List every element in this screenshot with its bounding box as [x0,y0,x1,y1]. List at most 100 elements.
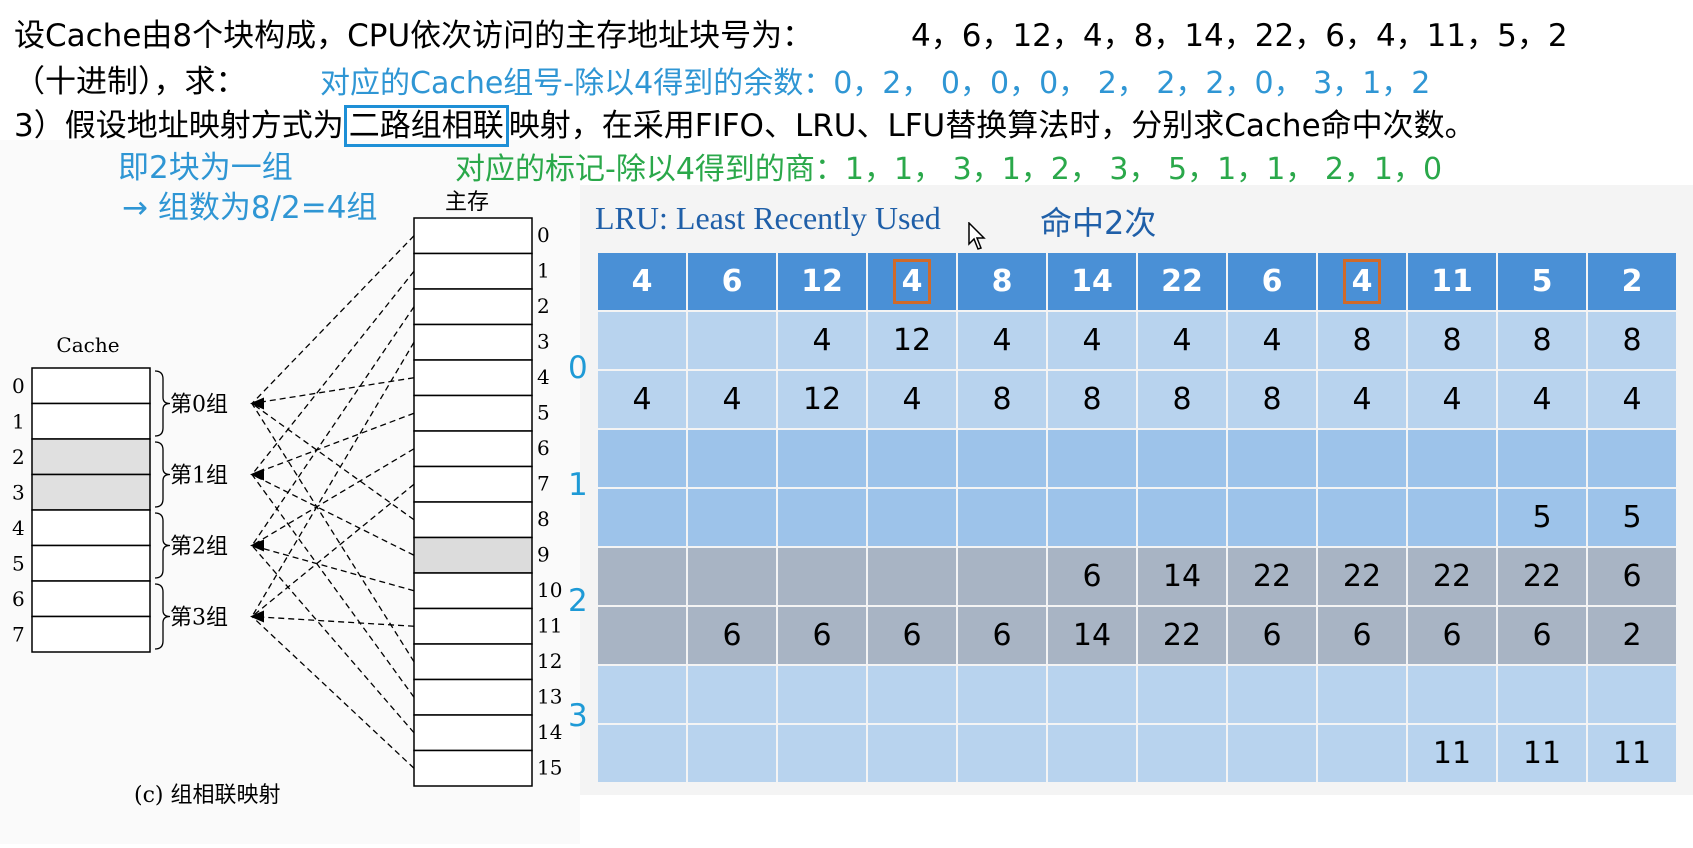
cache-cell [778,489,866,546]
cache-cell: 6 [1318,607,1406,664]
cache-cell: 8 [1048,371,1136,428]
mapping-line [251,270,415,475]
memory-block-number: 4 [537,365,550,389]
set-number-note: 对应的Cache组号-除以4得到的余数：0，2， 0，0，0， 2， 2，2，0… [320,66,1431,101]
memory-block-box [413,536,533,574]
cache-cell: 8 [1588,312,1676,369]
cache-cell [1048,489,1136,546]
memory-block-box [413,288,533,326]
question-part-b: 映射，在采用FIFO、LRU、LFU替换算法时，分别求Cache命中次数。 [508,108,1476,144]
figure-caption: (c) 组相联映射 [134,783,280,808]
mouse-cursor-icon [968,222,986,250]
cache-cell: 8 [958,371,1046,428]
cache-cell: 14 [1048,607,1136,664]
set-label-3: 3 [568,698,588,734]
cache-cell [1138,489,1226,546]
mapping-line [251,473,415,556]
access-block-number: 8 [991,264,1013,299]
cache-cell [688,430,776,487]
cache-cell: 5 [1588,489,1676,546]
access-block-number: 4 [1342,259,1382,304]
question-line-2: （十进制），求： [14,64,247,100]
cache-cell [1408,489,1496,546]
cache-cell [1588,430,1676,487]
memory-block-box [413,714,533,752]
mapping-line [251,544,415,592]
cache-cell [598,489,686,546]
memory-block-box [413,430,533,468]
mapping-line [251,615,415,627]
group-brace [154,512,171,579]
cache-cell: 5 [1498,489,1586,546]
memory-block-box [413,252,533,290]
cache-cell [778,548,866,605]
cache-cell: 22 [1138,607,1226,664]
cache-cell [1228,666,1316,723]
cache-cell [778,666,866,723]
memory-block-box [413,749,533,787]
memory-block-number: 10 [537,578,562,602]
memory-block-number: 7 [537,472,550,496]
memory-label: 主存 [445,190,490,215]
cache-cell [778,430,866,487]
memory-block-number: 2 [537,294,550,318]
cache-cell [598,548,686,605]
cache-cell [1318,666,1406,723]
access-header-cell: 8 [958,253,1046,310]
group-brace [154,370,171,437]
memory-block-number: 5 [537,401,550,425]
cache-cell: 6 [1588,548,1676,605]
memory-block-number: 12 [537,649,562,673]
cache-cell [1228,430,1316,487]
set-label-1: 1 [568,467,588,503]
cache-cell [1048,666,1136,723]
cache-cell [598,312,686,369]
mapping-figure: Cache01234567第0组第1组第2组第3组012345678910111… [12,217,562,808]
cache-cell [868,548,956,605]
cache-line-number: 4 [12,516,25,540]
cache-cell: 4 [1318,371,1406,428]
cache-cell [1048,725,1136,782]
memory-block-number: 15 [537,756,562,780]
cache-cell: 12 [778,371,866,428]
cache-cell [1138,666,1226,723]
access-header-cell: 14 [1048,253,1136,310]
group-label: 第0组 [170,393,228,418]
cache-cell [778,725,866,782]
memory-block-number: 8 [537,507,550,531]
cache-cell [1588,666,1676,723]
memory-block-number: 13 [537,685,562,709]
cache-cell [958,489,1046,546]
group-label: 第3组 [170,606,228,631]
cache-cell: 4 [688,371,776,428]
mapping-line [251,377,415,405]
cache-cell [1318,489,1406,546]
cache-cell [958,666,1046,723]
cache-cell: 6 [1228,607,1316,664]
cache-cell [868,666,956,723]
mapping-line [251,474,415,698]
cache-cell [688,489,776,546]
cache-line-number: 5 [12,552,25,576]
cache-cell: 6 [1498,607,1586,664]
set-label-0: 0 [568,350,588,386]
mapping-line [251,403,415,663]
cache-cell: 4 [1138,312,1226,369]
tag-note: 对应的标记-除以4得到的商：1，1， 3，1，2， 3， 5，1，1， 2，1，… [455,152,1443,187]
cache-cell: 11 [1588,725,1676,782]
cache-line-box [31,615,151,653]
cache-cell [1228,725,1316,782]
memory-block-number: 3 [537,330,550,354]
cache-cell [1498,430,1586,487]
cache-line-box [31,367,151,405]
memory-block-box [413,678,533,716]
cache-line-box [31,473,151,511]
question-line-3: 3）假设地址映射方式为 二路组相联 映射，在采用FIFO、LRU、LFU替换算法时，… [14,100,1476,147]
memory-block-number: 0 [537,223,550,247]
memory-block-number: 9 [537,543,550,567]
cache-label: Cache [56,333,119,357]
set-label-2: 2 [568,583,588,619]
cache-line-number: 0 [12,374,25,398]
cache-line-number: 7 [12,623,25,647]
cache-cell: 4 [868,371,956,428]
